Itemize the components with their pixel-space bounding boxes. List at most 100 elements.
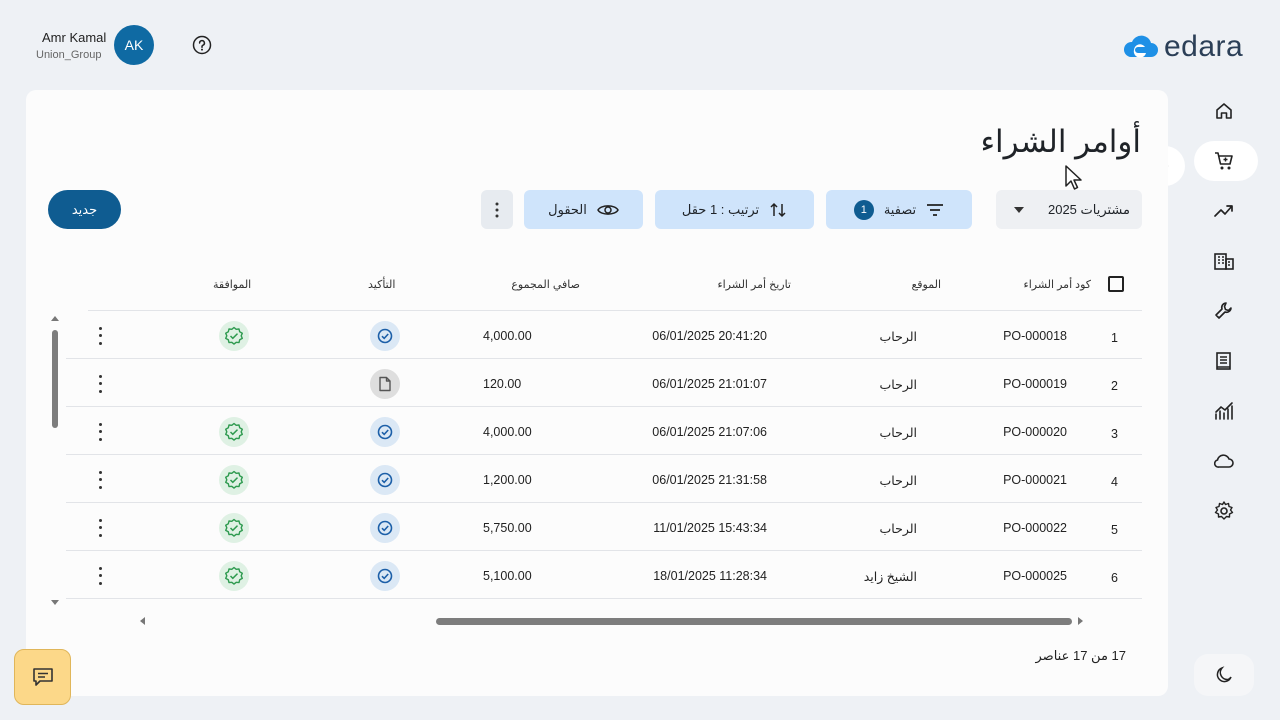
column-header-net-total[interactable]: صافي المجموع (511, 278, 580, 291)
po-date: 06/01/2025 20:41:20 (652, 329, 767, 343)
po-code[interactable]: PO-000020 (1003, 425, 1067, 439)
filter-icon (927, 203, 944, 216)
scroll-left-arrow-icon[interactable] (140, 617, 145, 625)
page-title: أوامر الشراء (980, 124, 1141, 159)
main-card: أوامر الشراء جديد الحقول ترتيب : 1 حقل ت… (26, 90, 1168, 696)
po-location: الرحاب (879, 474, 917, 488)
approved-badge-icon[interactable] (219, 321, 249, 351)
cart-icon[interactable] (1210, 147, 1238, 175)
sort-icon (770, 202, 786, 217)
row-number: 2 (1111, 379, 1118, 393)
confirmed-icon[interactable] (370, 513, 400, 543)
row-number: 1 (1111, 331, 1118, 345)
confirmed-icon[interactable] (370, 561, 400, 591)
table-row[interactable]: 3 PO-000020 الرحاب 06/01/2025 21:07:06 4,000… (66, 407, 1142, 455)
fields-button[interactable]: الحقول (524, 190, 643, 229)
approved-badge-icon[interactable] (219, 513, 249, 543)
new-button[interactable]: جديد (48, 190, 121, 229)
dropdown-caret-icon (1014, 206, 1024, 213)
horizontal-scrollbar-thumb[interactable] (436, 618, 1072, 625)
po-code[interactable]: PO-000022 (1003, 521, 1067, 535)
help-icon[interactable] (192, 35, 212, 55)
items-count: 17 من 17 عناصر (1035, 648, 1127, 663)
table-row[interactable]: 5 PO-000022 الرحاب 11/01/2025 15:43:34 5,750… (66, 503, 1142, 551)
po-code[interactable]: PO-000025 (1003, 569, 1067, 583)
column-header-code[interactable]: كود أمر الشراء (1024, 278, 1091, 291)
vertical-scrollbar[interactable] (50, 316, 60, 608)
cloud-logo-icon (1123, 35, 1158, 58)
po-location: الرحاب (879, 522, 917, 536)
filter-button[interactable]: تصفية 1 (826, 190, 972, 229)
row-actions-kebab-icon[interactable] (94, 373, 106, 395)
confirmed-icon[interactable] (370, 321, 400, 351)
row-actions-kebab-icon[interactable] (94, 469, 106, 491)
wrench-icon[interactable] (1210, 297, 1238, 325)
scroll-down-arrow-icon[interactable] (51, 600, 59, 605)
table-row[interactable]: 6 PO-000025 الشيخ زايد 18/01/2025 11:28:34 5… (66, 551, 1142, 599)
mouse-cursor-icon (1065, 165, 1082, 190)
po-date: 06/01/2025 21:07:06 (652, 425, 767, 439)
table-row[interactable]: 2 PO-000019 الرحاب 06/01/2025 21:01:07 120.0… (66, 359, 1142, 407)
row-number: 5 (1111, 523, 1118, 537)
po-net-total: 4,000.00 (483, 329, 532, 343)
cloud-icon[interactable] (1210, 447, 1238, 475)
brand-name: edara (1164, 30, 1244, 63)
filter-count-badge: 1 (853, 199, 874, 220)
approved-badge-icon[interactable] (219, 465, 249, 495)
po-code[interactable]: PO-000021 (1003, 473, 1067, 487)
po-code[interactable]: PO-000018 (1003, 329, 1067, 343)
filter-label: تصفية (883, 201, 917, 217)
brand-logo[interactable]: edara (1122, 30, 1243, 64)
home-icon[interactable] (1210, 97, 1238, 125)
column-header-approval[interactable]: الموافقة (213, 278, 251, 291)
building-icon[interactable] (1210, 247, 1238, 275)
row-actions-kebab-icon[interactable] (94, 325, 106, 347)
eye-icon (597, 204, 619, 215)
period-select[interactable]: مشتريات 2025 (996, 190, 1142, 229)
more-options-button[interactable] (481, 190, 513, 229)
scroll-up-arrow-icon[interactable] (51, 316, 59, 321)
analytics-icon[interactable] (1210, 397, 1238, 425)
po-location: الرحاب (879, 378, 917, 392)
po-net-total: 1,200.00 (483, 473, 532, 487)
kebab-icon (495, 202, 499, 217)
confirmed-icon[interactable] (370, 417, 400, 447)
column-header-confirmation[interactable]: التأكيد (368, 278, 395, 291)
po-code[interactable]: PO-000019 (1003, 377, 1067, 391)
sort-label: ترتيب : 1 حقل (681, 201, 760, 217)
column-header-location[interactable]: الموقع (911, 278, 941, 291)
row-actions-kebab-icon[interactable] (94, 517, 106, 539)
po-location: الشيخ زايد (863, 570, 917, 584)
draft-document-icon[interactable] (370, 369, 400, 399)
po-date: 11/01/2025 15:43:34 (653, 521, 767, 535)
avatar[interactable]: AK (114, 25, 154, 65)
approved-badge-icon[interactable] (219, 417, 249, 447)
po-net-total: 5,750.00 (483, 521, 532, 535)
table-row[interactable]: 4 PO-000021 الرحاب 06/01/2025 21:31:58 1,200… (66, 455, 1142, 503)
row-divider (66, 598, 1142, 599)
sort-button[interactable]: ترتيب : 1 حقل (655, 190, 814, 229)
row-actions-kebab-icon[interactable] (94, 421, 106, 443)
table-row[interactable]: 1 PO-000018 الرحاب 06/01/2025 20:41:20 4,000… (66, 311, 1142, 359)
select-all-checkbox[interactable] (1108, 276, 1124, 292)
approved-badge-icon[interactable] (219, 561, 249, 591)
vertical-scrollbar-thumb[interactable] (52, 330, 58, 428)
row-number: 4 (1111, 475, 1118, 489)
po-net-total: 5,100.00 (483, 569, 532, 583)
chat-icon (32, 668, 53, 686)
theme-toggle-button[interactable] (1194, 654, 1254, 696)
ledger-icon[interactable] (1210, 347, 1238, 375)
po-net-total: 4,000.00 (483, 425, 532, 439)
trending-icon[interactable] (1210, 197, 1238, 225)
row-number: 6 (1111, 571, 1118, 585)
po-net-total: 120.00 (483, 377, 522, 391)
confirmed-icon[interactable] (370, 465, 400, 495)
row-actions-kebab-icon[interactable] (94, 565, 106, 587)
user-name: Amr Kamal (42, 30, 107, 45)
scroll-right-arrow-icon[interactable] (1078, 617, 1083, 625)
po-location: الرحاب (879, 426, 917, 440)
moon-icon (1216, 666, 1232, 683)
settings-icon[interactable] (1210, 497, 1238, 525)
column-header-date[interactable]: تاريخ أمر الشراء (717, 278, 791, 291)
chat-button[interactable] (14, 649, 71, 705)
